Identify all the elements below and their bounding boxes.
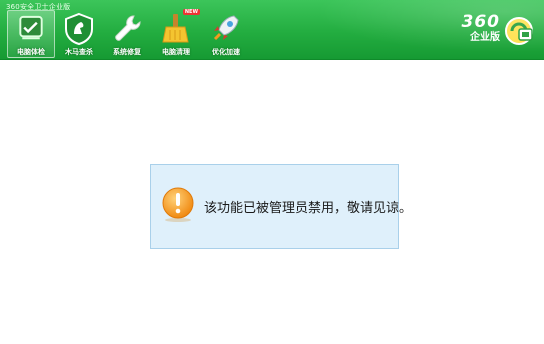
brand-number: 360 (461, 12, 500, 32)
nav-item-trojan-scan[interactable]: 木马查杀 (55, 10, 103, 58)
rocket-icon (213, 15, 239, 41)
nav-item-computer-clean[interactable]: NEW 电脑清理 (152, 9, 200, 58)
broom-icon (162, 14, 189, 43)
main-content: 该功能已被管理员禁用，敬请见谅。 (0, 60, 544, 344)
360-logo-icon (505, 17, 533, 45)
nav-item-computer-check[interactable]: 电脑体检 (7, 10, 55, 58)
nav-label: 电脑体检 (17, 48, 45, 56)
nav-label: 电脑清理 (162, 48, 190, 56)
brand-edition: 企业版 (470, 32, 500, 43)
wrench-icon (115, 15, 141, 41)
new-badge: NEW (182, 9, 200, 15)
warning-icon (162, 187, 194, 222)
nav-label: 优化加速 (212, 48, 240, 56)
notice-message: 该功能已被管理员禁用，敬请见谅。 (204, 201, 413, 216)
disabled-notice: 该功能已被管理员禁用，敬请见谅。 (150, 164, 412, 249)
nav-label: 木马查杀 (65, 48, 93, 56)
title-header: 360安全卫士企业版 电脑体检 木马查杀 系统修复 NEW 电脑清理 优化加速 … (0, 0, 544, 60)
nav-label: 系统修复 (113, 48, 141, 56)
brand: 360 企业版 (462, 14, 501, 44)
horse-shield-icon (65, 12, 93, 46)
nav-item-system-repair[interactable]: 系统修复 (103, 10, 151, 58)
computer-check-icon (19, 15, 43, 40)
nav-item-optimize[interactable]: 优化加速 (202, 10, 250, 58)
